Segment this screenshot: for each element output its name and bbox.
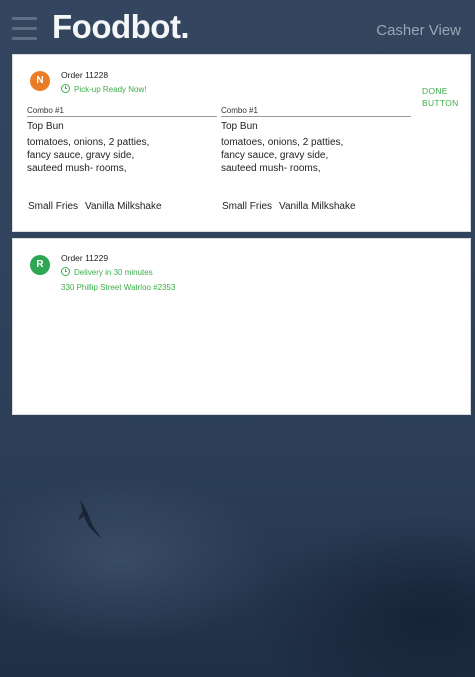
combo-bun: Top Bun: [27, 121, 64, 132]
combo-bun: Top Bun: [221, 121, 258, 132]
bird-icon: [78, 499, 102, 539]
combo-details: tomatoes, onions, 2 patties, fancy sauce…: [221, 137, 344, 174]
combo-sides: Small Fries Vanilla Milkshake: [222, 201, 363, 212]
combo-item: Combo #1 Top Bun tomatoes, onions, 2 pat…: [27, 106, 217, 175]
order-status-text: Pick-up Ready Now!: [74, 85, 147, 94]
avatar: N: [30, 71, 50, 91]
order-status: Delivery in 30 minutes: [61, 267, 153, 277]
combo-sides: Small Fries Vanilla Milkshake: [28, 201, 169, 212]
combo-item: Combo #1 Top Bun tomatoes, onions, 2 pat…: [221, 106, 411, 175]
combo-drink: Vanilla Milkshake: [85, 201, 162, 212]
combo-details: tomatoes, onions, 2 patties, fancy sauce…: [27, 137, 150, 174]
order-number: Order 11228: [61, 70, 109, 80]
clock-icon: [61, 267, 70, 276]
combo-title: Combo #1: [27, 106, 217, 117]
clock-icon: [61, 84, 70, 93]
combo-side: Small Fries: [28, 201, 79, 212]
order-card: N Order 11228 Pick-up Ready Now! DONE BU…: [12, 54, 471, 232]
order-status-text: Delivery in 30 minutes: [74, 268, 153, 277]
order-status: Pick-up Ready Now!: [61, 84, 146, 94]
brand-logo: Foodbot.: [52, 8, 190, 45]
done-button[interactable]: DONE BUTTON: [422, 85, 459, 109]
casher-view-link[interactable]: Casher View: [376, 22, 461, 39]
order-number: Order 11229: [61, 253, 109, 263]
app-header: Foodbot. Casher View: [0, 0, 475, 56]
delivery-address: 330 Phillip Street Watrloo #2353: [61, 283, 176, 292]
combo-title: Combo #1: [221, 106, 411, 117]
hamburger-menu-icon[interactable]: [12, 17, 37, 40]
combo-drink: Vanilla Milkshake: [279, 201, 356, 212]
combo-side: Small Fries: [222, 201, 273, 212]
order-card: R Order 11229 Delivery in 30 minutes 330…: [12, 238, 471, 415]
avatar: R: [30, 255, 50, 275]
